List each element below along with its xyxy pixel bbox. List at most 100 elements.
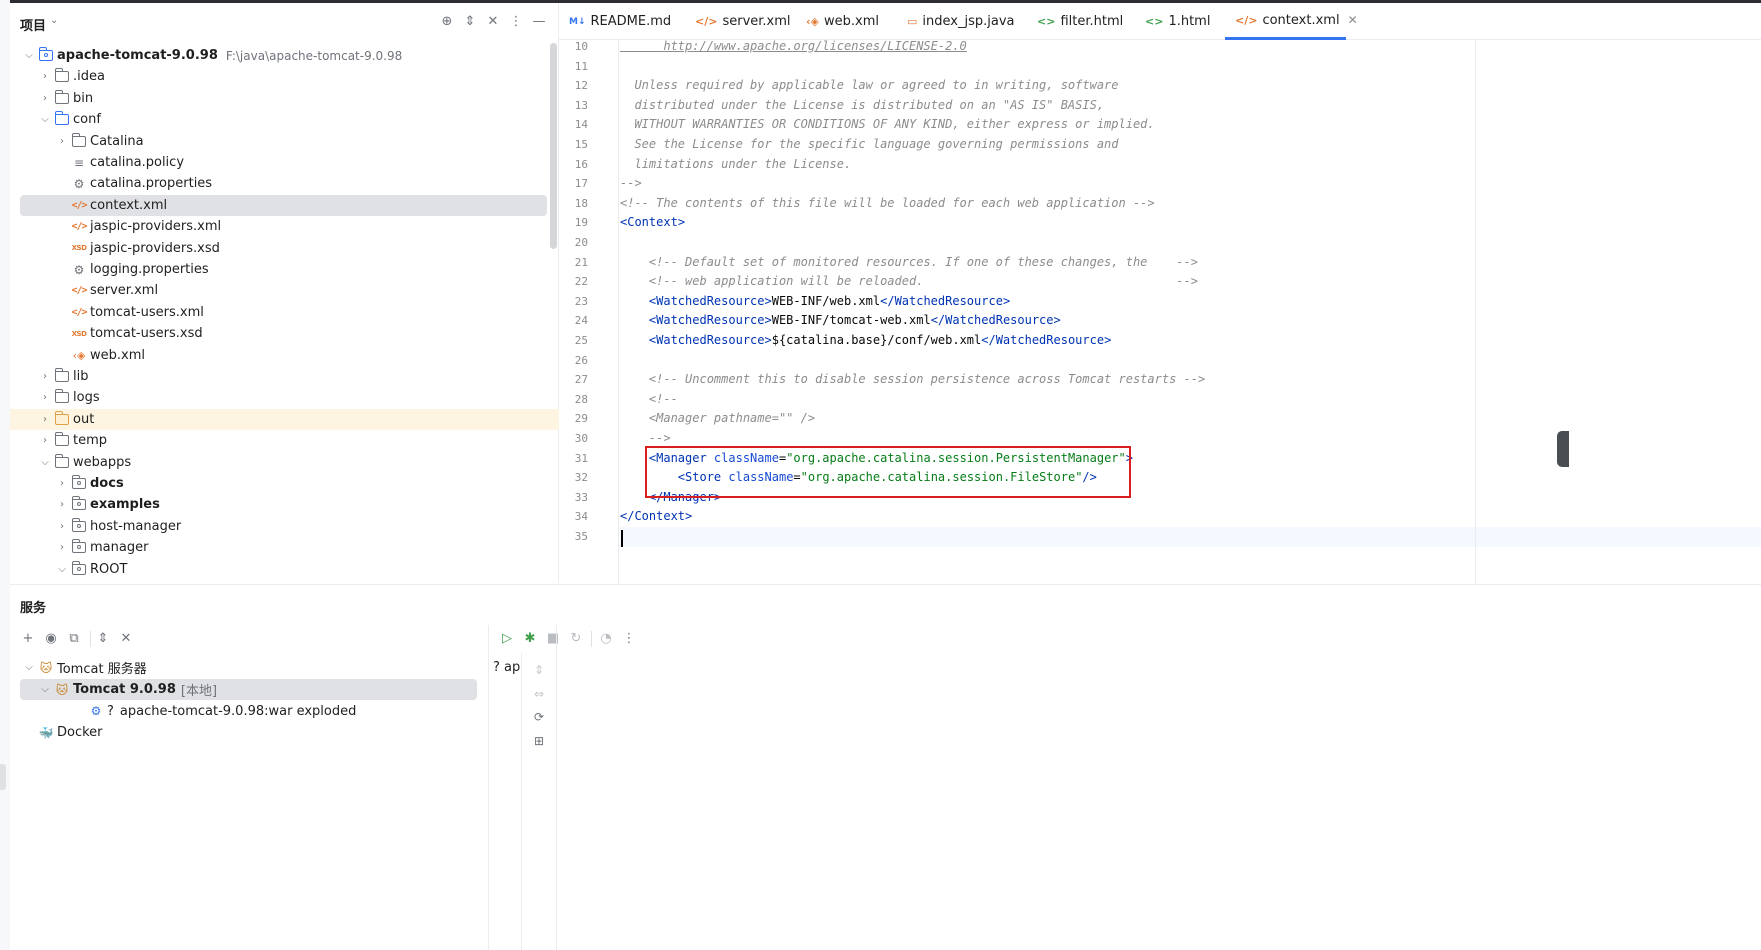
- code-line[interactable]: [620, 527, 1761, 547]
- tree-item-docs[interactable]: › docs: [10, 473, 559, 494]
- tree-item-logs[interactable]: › logs: [10, 387, 559, 408]
- refresh-icon[interactable]: ⟳: [530, 708, 548, 726]
- tree-item-logging-properties[interactable]: ⚙ logging.properties: [10, 259, 559, 280]
- chevron-right-icon[interactable]: ›: [38, 371, 52, 382]
- code-line[interactable]: <WatchedResource>WEB-INF/tomcat-web.xml<…: [620, 311, 1061, 331]
- code-line[interactable]: limitations under the License.: [620, 155, 851, 175]
- panel-divider[interactable]: [488, 625, 489, 950]
- code-line[interactable]: </Context>: [620, 507, 692, 527]
- chevron-right-icon[interactable]: ›: [38, 435, 52, 446]
- project-title[interactable]: 项目: [20, 15, 46, 34]
- code-line[interactable]: See the License for the specific languag…: [620, 135, 1118, 155]
- code-line[interactable]: http://www.apache.org/licenses/LICENSE-2…: [620, 37, 966, 57]
- code-line[interactable]: -->: [620, 174, 642, 194]
- tab-filter-html[interactable]: <> filter.html: [1037, 3, 1123, 40]
- deploy-all-icon[interactable]: ⇕: [530, 661, 548, 679]
- code-line[interactable]: Unless required by applicable law or agr…: [620, 76, 1118, 96]
- tree-item-manager[interactable]: › manager: [10, 537, 559, 558]
- service-tomcat-servers[interactable]: ⌵ 🐱 Tomcat 服务器: [10, 657, 147, 678]
- tab-index-jsp-java[interactable]: ▭ index_jsp.java: [907, 3, 1014, 40]
- service-docker[interactable]: 🐳 Docker: [10, 722, 103, 743]
- more-options-icon[interactable]: ⋮: [507, 13, 525, 31]
- chevron-right-icon[interactable]: ›: [55, 136, 69, 147]
- chevron-right-icon[interactable]: ›: [55, 499, 69, 510]
- chevron-down-icon[interactable]: ⌵: [38, 114, 52, 125]
- tree-item-catalina-policy[interactable]: ≡ catalina.policy: [10, 152, 559, 173]
- service-artifact[interactable]: ⚙ ? apache-tomcat-9.0.98:war exploded: [10, 701, 357, 722]
- code-line[interactable]: <!-- Uncomment this to disable session p…: [620, 370, 1205, 390]
- tree-item-catalina-properties[interactable]: ⚙ catalina.properties: [10, 173, 559, 194]
- tree-item-tomcat-users-xsd[interactable]: XSD tomcat-users.xsd: [10, 323, 559, 344]
- tree-item-temp[interactable]: › temp: [10, 430, 559, 451]
- code-line[interactable]: <WatchedResource>WEB-INF/web.xml</Watche…: [620, 292, 1010, 312]
- add-icon[interactable]: +: [19, 630, 37, 648]
- chevron-down-icon[interactable]: ⌵: [22, 662, 36, 673]
- tab-server-xml[interactable]: </> server.xml: [695, 3, 791, 40]
- tree-item-web-xml[interactable]: ‹◈ web.xml: [10, 345, 559, 366]
- code-area[interactable]: http://www.apache.org/licenses/LICENSE-2…: [620, 37, 1761, 584]
- tree-item-host-manager[interactable]: › host-manager: [10, 516, 559, 537]
- tree-item-root[interactable]: ⌵ apache-tomcat-9.0.98 F:\java\apache-to…: [10, 45, 559, 66]
- tree-item-bin[interactable]: › bin: [10, 88, 559, 109]
- rerun-icon[interactable]: ↻: [567, 630, 585, 648]
- tree-item-conf[interactable]: ⌵ conf: [10, 109, 559, 130]
- tree-item-examples[interactable]: › examples: [10, 494, 559, 515]
- chevron-right-icon[interactable]: ›: [38, 93, 52, 104]
- chevron-right-icon[interactable]: ›: [55, 542, 69, 553]
- tree-item-catalina[interactable]: › Catalina: [10, 131, 559, 152]
- deploy-icon[interactable]: ◔: [597, 630, 615, 648]
- chevron-down-icon[interactable]: ⌄: [50, 15, 58, 26]
- tree-item-server-xml[interactable]: </> server.xml: [10, 280, 559, 301]
- expand-all-icon[interactable]: ⇕: [461, 13, 479, 31]
- tree-item-out[interactable]: › out: [10, 408, 559, 430]
- tree-item-context-xml[interactable]: </> context.xml: [20, 194, 547, 216]
- tree-item-lib[interactable]: › lib: [10, 366, 559, 387]
- code-line[interactable]: <!-- Default set of monitored resources.…: [620, 253, 1198, 273]
- code-line[interactable]: <Manager pathname="" />: [620, 409, 815, 429]
- tree-item-tomcat-users-xml[interactable]: </> tomcat-users.xml: [10, 302, 559, 323]
- tab-context-xml[interactable]: </> context.xml ✕: [1225, 3, 1358, 40]
- tree-item-jaspic-providers-xsd[interactable]: XSD jaspic-providers.xsd: [10, 238, 559, 259]
- stop-icon[interactable]: ■: [544, 630, 562, 648]
- chevron-down-icon[interactable]: ⌵: [22, 50, 36, 61]
- code-line[interactable]: <Context>: [620, 213, 685, 233]
- tree-item-jaspic-providers-xml[interactable]: </> jaspic-providers.xml: [10, 216, 559, 237]
- new-group-icon[interactable]: ⧉: [65, 630, 83, 648]
- expand-all-icon[interactable]: ⇕: [94, 630, 112, 648]
- code-editor[interactable]: 10 11 12 13 14 15 16 17 18 19 20 21 22 23 24 25 26 27 28 29…: [559, 37, 1761, 584]
- eye-icon[interactable]: ◉: [42, 630, 60, 648]
- chevron-down-icon[interactable]: ⌵: [38, 684, 52, 695]
- tree-scrollbar[interactable]: [550, 43, 557, 249]
- code-line[interactable]: <!--: [620, 390, 678, 410]
- code-line[interactable]: WITHOUT WARRANTIES OR CONDITIONS OF ANY …: [620, 115, 1154, 135]
- collapse-all-icon[interactable]: ✕: [484, 13, 502, 31]
- chevron-down-icon[interactable]: ⌵: [38, 457, 52, 468]
- tree-item-root-webapp[interactable]: ⌵ ROOT: [10, 559, 559, 580]
- tab-readme-md[interactable]: M↓ README.md: [569, 3, 671, 40]
- chevron-right-icon[interactable]: ›: [38, 392, 52, 403]
- tree-item-idea[interactable]: › .idea: [10, 66, 559, 87]
- chevron-down-icon[interactable]: ⌵: [55, 564, 69, 575]
- code-line[interactable]: <!-- web application will be reloaded. -…: [620, 272, 1198, 292]
- tab-web-xml[interactable]: ‹◈ web.xml: [806, 3, 879, 40]
- code-line[interactable]: <!-- The contents of this file will be l…: [620, 194, 1155, 214]
- chevron-right-icon[interactable]: ›: [38, 71, 52, 82]
- hide-panel-icon[interactable]: —: [530, 13, 548, 31]
- chevron-right-icon[interactable]: ›: [55, 521, 69, 532]
- locate-icon[interactable]: ⊕: [438, 13, 456, 31]
- open-browser-icon[interactable]: ⊞: [530, 732, 548, 750]
- close-icon[interactable]: ✕: [1348, 13, 1358, 27]
- debug-icon[interactable]: ✱: [521, 630, 539, 648]
- chevron-right-icon[interactable]: ›: [38, 414, 52, 425]
- tab-1-html[interactable]: <> 1.html: [1145, 3, 1210, 40]
- tool-strip-marker[interactable]: [0, 764, 6, 790]
- code-line[interactable]: <WatchedResource>${catalina.base}/conf/w…: [620, 331, 1111, 351]
- chevron-right-icon[interactable]: ›: [55, 478, 69, 489]
- code-line[interactable]: distributed under the License is distrib…: [620, 96, 1104, 116]
- collapse-all-icon[interactable]: ✕: [117, 630, 135, 648]
- undeploy-icon[interactable]: ⇔: [530, 685, 548, 703]
- service-tomcat-instance[interactable]: ⌵ 🐱 Tomcat 9.0.98 [本地]: [20, 679, 477, 700]
- run-icon[interactable]: ▷: [498, 630, 516, 648]
- inspection-widget[interactable]: [1557, 431, 1569, 467]
- more-options-icon[interactable]: ⋮: [620, 630, 638, 648]
